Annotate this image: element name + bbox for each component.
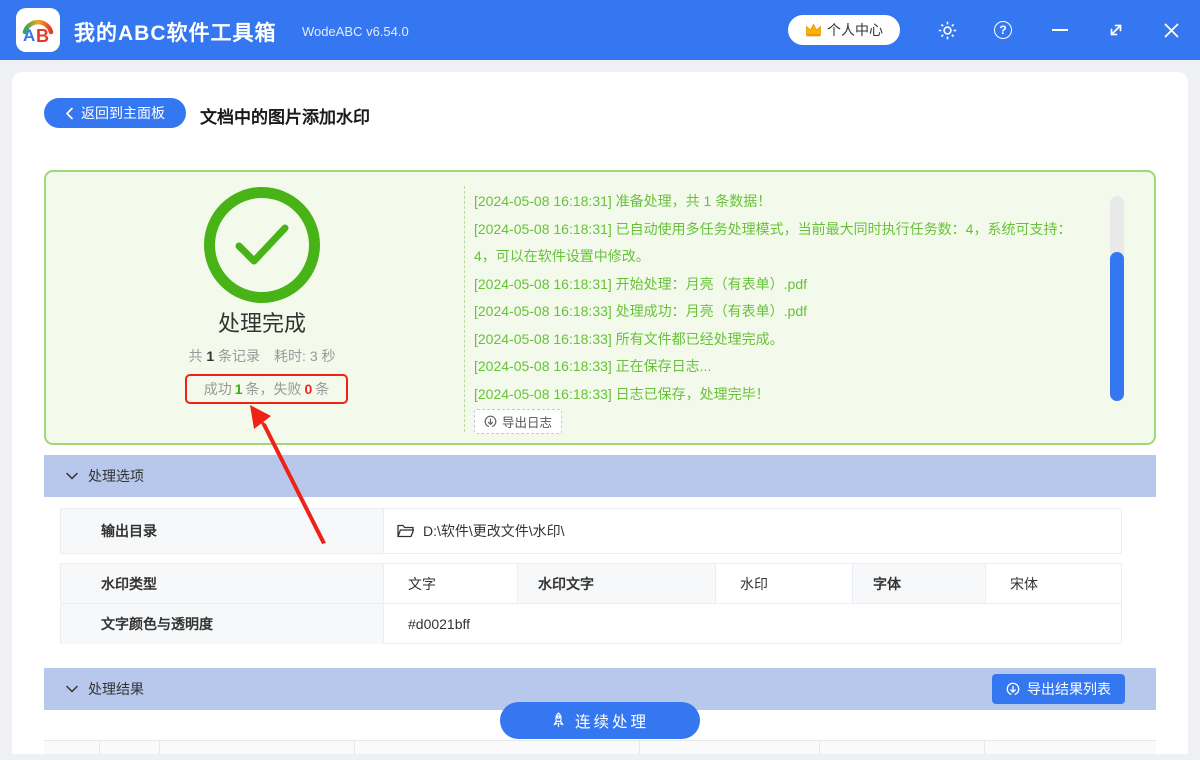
minimize-button[interactable] <box>1049 19 1071 41</box>
continue-processing-button[interactable]: 连续处理 <box>500 702 700 739</box>
back-to-main-button[interactable]: 返回到主面板 <box>44 98 186 128</box>
success-circle-icon <box>204 187 320 303</box>
log-line: [2024-05-08 16:18:33] 日志已保存，处理完毕！ <box>474 385 770 402</box>
export-results-button[interactable]: 导出结果列表 <box>992 674 1125 704</box>
success-label: 成功 <box>203 381 232 397</box>
app-logo-icon: A B <box>16 8 60 52</box>
back-button-label: 返回到主面板 <box>81 105 165 121</box>
color-value: #d0021bff <box>408 616 471 632</box>
download-icon <box>1006 682 1020 696</box>
svg-text:A: A <box>23 26 35 45</box>
log-line: [2024-05-08 16:18:33] 所有文件都已经处理完成。 <box>474 330 784 347</box>
log-list: [2024-05-08 16:18:31] 准备处理，共 1 条数据！ [202… <box>474 188 1092 408</box>
rocket-icon <box>551 712 566 729</box>
close-button[interactable] <box>1160 19 1182 41</box>
resize-icon <box>1107 21 1125 39</box>
results-col <box>44 741 100 754</box>
section-header-options[interactable]: 处理选项 <box>44 455 1156 497</box>
gear-icon <box>937 20 958 41</box>
help-button[interactable]: ? <box>992 19 1014 41</box>
status-title: 处理完成 <box>217 311 306 336</box>
app-version: WodeABC v6.54.0 <box>302 24 409 39</box>
log-line: [2024-05-08 16:18:31] 准备处理，共 1 条数据！ <box>474 193 772 209</box>
stats-prefix: 共 <box>188 348 207 364</box>
log-line: [2024-05-08 16:18:33] 处理成功：月亮（有表单）.pdf <box>474 303 808 319</box>
font-label: 字体 <box>853 564 986 603</box>
options-section-title: 处理选项 <box>88 468 144 484</box>
results-col <box>820 741 985 754</box>
app-window: A B 我的ABC软件工具箱 WodeABC v6.54.0 个人中心 ? 返回… <box>0 0 1200 760</box>
stats-total-count: 1 <box>206 348 215 364</box>
output-directory-label: 输出目录 <box>61 509 384 553</box>
personal-center-label: 个人中心 <box>827 22 883 38</box>
page-title: 文档中的图片添加水印 <box>200 108 370 127</box>
watermark-type-label: 水印类型 <box>61 564 384 603</box>
results-col <box>985 741 1156 754</box>
export-log-button[interactable]: 导出日志 <box>474 409 563 434</box>
output-directory-row: 输出目录 D:\软件\更改文件\水印\ <box>60 508 1122 554</box>
watermark-text-label: 水印文字 <box>518 564 716 603</box>
chevron-down-icon <box>66 472 78 480</box>
results-col <box>640 741 820 754</box>
close-icon <box>1163 22 1180 39</box>
font-value: 宋体 <box>1010 575 1038 592</box>
title-bar: A B 我的ABC软件工具箱 WodeABC v6.54.0 个人中心 ? <box>0 0 1200 60</box>
color-row: 文字颜色与透明度 #d0021bff <box>61 604 1121 644</box>
log-scrollbar-thumb[interactable] <box>1110 252 1124 401</box>
result-summary-column: 处理完成 共 1 条记录 耗时: 3 秒 成功 1 条，失败 0 条 <box>46 172 478 443</box>
watermark-text-value: 水印 <box>716 564 853 603</box>
download-icon <box>484 415 497 428</box>
results-col <box>160 741 355 754</box>
stats-suffix: 条记录 耗时: 3 秒 <box>214 348 336 364</box>
color-label: 文字颜色与透明度 <box>61 604 384 644</box>
continue-processing-label: 连续处理 <box>574 713 649 731</box>
help-icon: ? <box>994 21 1012 39</box>
svg-text:B: B <box>36 26 49 46</box>
fail-count: 0 <box>304 381 313 397</box>
options-table: 水印类型 文字 水印文字 水印 字体 宋体 文字颜色与透明度 #d0021bff <box>60 563 1122 644</box>
export-log-label: 导出日志 <box>502 416 553 430</box>
output-directory-value-cell: D:\软件\更改文件\水印\ <box>384 509 1121 553</box>
success-fail-summary: 成功 1 条，失败 0 条 <box>185 374 348 404</box>
results-section-title: 处理结果 <box>88 681 144 697</box>
app-title: 我的ABC软件工具箱 <box>74 22 277 45</box>
results-col <box>355 741 640 754</box>
stats-line: 共 1 条记录 耗时: 3 秒 <box>46 346 478 366</box>
result-panel: 处理完成 共 1 条记录 耗时: 3 秒 成功 1 条，失败 0 条 [2024-05-… <box>44 170 1156 445</box>
watermark-type-value: 文字 <box>384 564 518 603</box>
chevron-down-icon <box>66 685 78 693</box>
results-col <box>100 741 160 754</box>
panel-divider <box>464 186 465 432</box>
summary-middle: 条，失败 <box>245 381 302 397</box>
export-results-label: 导出结果列表 <box>1027 681 1111 697</box>
crown-icon <box>805 23 822 37</box>
log-line: [2024-05-08 16:18:33] 正在保存日志... <box>474 358 712 374</box>
fail-unit: 条 <box>315 381 330 397</box>
success-count: 1 <box>234 381 243 397</box>
results-table-header <box>44 740 1156 754</box>
log-scrollbar-track[interactable] <box>1110 196 1124 401</box>
log-line: [2024-05-08 16:18:31] 已自动使用多任务处理模式，当前最大同… <box>474 220 1072 265</box>
minimize-icon <box>1052 29 1068 31</box>
main-card: 返回到主面板 文档中的图片添加水印 处理完成 共 1 条记录 耗时: 3 秒 成… <box>12 72 1188 754</box>
personal-center-button[interactable]: 个人中心 <box>788 15 900 45</box>
output-directory-value: D:\软件\更改文件\水印\ <box>423 523 565 539</box>
settings-button[interactable] <box>936 19 958 41</box>
maximize-button[interactable] <box>1105 19 1127 41</box>
chevron-left-icon <box>65 107 74 120</box>
log-line: [2024-05-08 16:18:31] 开始处理：月亮（有表单）.pdf <box>474 275 808 292</box>
watermark-type-row: 水印类型 文字 水印文字 水印 字体 宋体 <box>61 564 1121 604</box>
folder-icon <box>397 524 414 538</box>
